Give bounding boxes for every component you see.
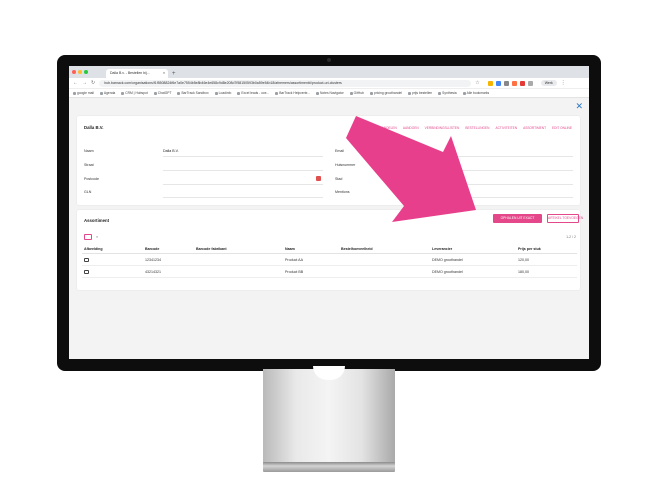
stage: Dalla B.v. - Bestellen bij... × + ← → ↻ … bbox=[0, 0, 670, 502]
pink-arrow-icon bbox=[346, 116, 476, 222]
